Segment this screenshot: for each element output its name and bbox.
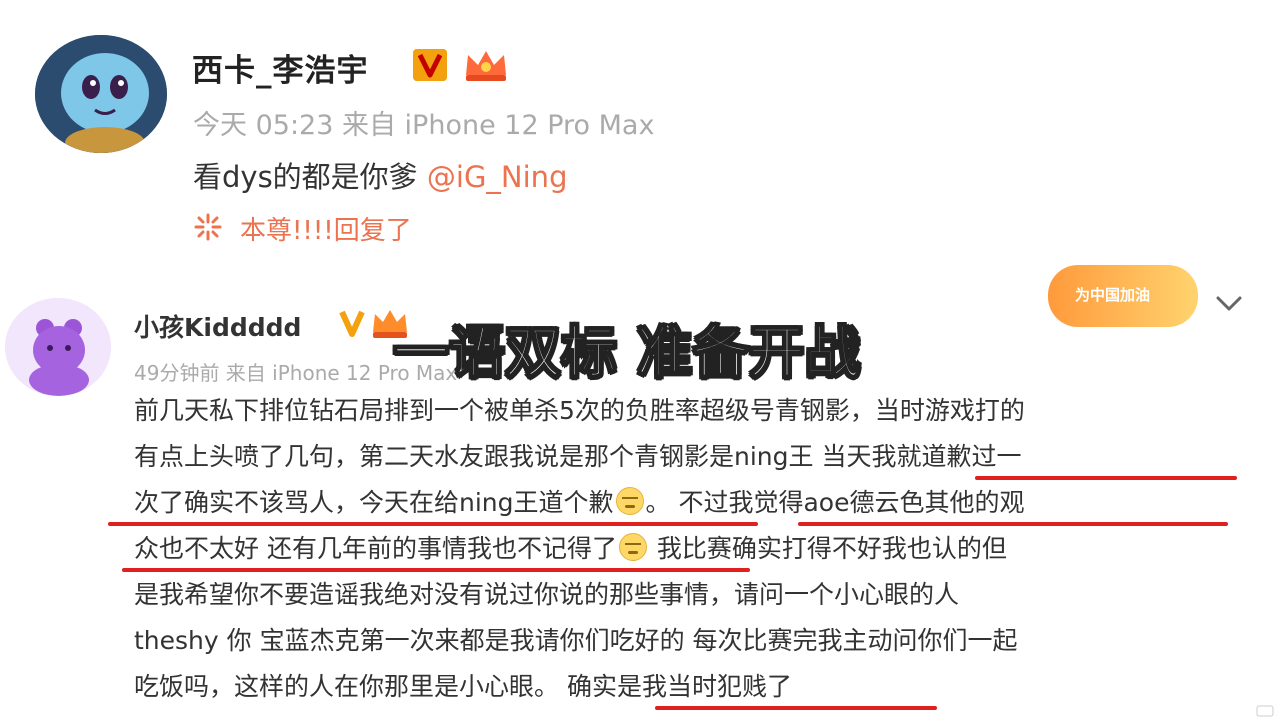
watermark-icon xyxy=(1256,702,1274,717)
post1-content-text: 看dys的都是你爹 xyxy=(193,160,427,194)
mention-link[interactable]: @iG_Ning xyxy=(427,160,568,194)
highlight-underline xyxy=(798,522,1228,526)
squirtle-avatar[interactable] xyxy=(35,35,167,153)
post2-line-text: 是我希望你不要造谣我绝对没有说过你说的那些事情，请问一个小心眼的人 xyxy=(134,580,960,609)
reply-status-link[interactable]: 本尊!!!!回复了 xyxy=(240,210,412,247)
post1-content: 看dys的都是你爹 @iG_Ning xyxy=(193,154,567,196)
post2-body-line: 前几天私下排位钻石局排到一个被单杀5次的负胜率超级号青钢影，当时游戏打的 xyxy=(134,388,1025,434)
post2-username[interactable]: 小孩Kiddddd xyxy=(134,308,301,344)
post2-body-line: 是我希望你不要造谣我绝对没有说过你说的那些事情，请问一个小心眼的人 xyxy=(134,572,959,618)
post2-line-text: 。 不过我觉得aoe德云色其他的观 xyxy=(645,488,1025,517)
awkward-emoji-icon xyxy=(618,533,647,561)
highlight-underline xyxy=(975,476,1237,480)
highlight-underline xyxy=(108,522,758,526)
post2-line-text: 吃饭吗，这样的人在你那里是小心眼。 确实是我当时犯贱了 xyxy=(134,672,792,701)
post2-line-text: 我比赛确实打得不好我也认的但 xyxy=(648,534,1007,563)
post2-body-line: 吃饭吗，这样的人在你那里是小心眼。 确实是我当时犯贱了 xyxy=(134,664,792,710)
v-badge-icon xyxy=(337,308,367,338)
post2-body-line: 有点上头喷了几句，第二天水友跟我说是那个青钢影是ning王 当天我就道歉过一 xyxy=(134,434,1021,480)
post2-line-text: theshy 你 宝蓝杰克第一次来都是我请你们吃好的 每次比赛完我主动问你们一起 xyxy=(134,626,1018,655)
v-badge-icon xyxy=(413,49,447,81)
crown-level-icon xyxy=(462,47,510,83)
post2-body-line: 众也不太好 还有几年前的事情我也不记得了 我比赛确实打得不好我也认的但 xyxy=(134,526,1007,572)
post2-body-line: theshy 你 宝蓝杰克第一次来都是我请你们吃好的 每次比赛完我主动问你们一起 xyxy=(134,618,1018,664)
highlight-underline xyxy=(655,706,937,710)
highlight-underline xyxy=(122,568,750,572)
post2-line-text: 众也不太好 还有几年前的事情我也不记得了 xyxy=(134,534,617,563)
overlay-caption: 一语双标 准备开战 xyxy=(392,320,861,387)
reply-spark-icon xyxy=(193,212,223,242)
post2-line-text: 前几天私下排位钻石局排到一个被单杀5次的负胜率超级号青钢影，当时游戏打的 xyxy=(134,396,1025,425)
post2-line-text: 次了确实不该骂人，今天在给ning王道个歉 xyxy=(134,488,614,517)
chevron-down-icon[interactable] xyxy=(1214,292,1244,316)
awkward-emoji-icon xyxy=(615,487,644,515)
post2-body-line: 次了确实不该骂人，今天在给ning王道个歉 。 不过我觉得aoe德云色其他的观 xyxy=(134,480,1024,526)
post1-timestamp: 今天 05:23 来自 iPhone 12 Pro Max xyxy=(193,110,655,141)
post2-line-text: 有点上头喷了几句，第二天水友跟我说是那个青钢影是ning王 当天我就道歉过一 xyxy=(134,442,1022,471)
post1-username[interactable]: 西卡_李浩宇 xyxy=(192,45,369,90)
campaign-badge-label: 为中国加油 xyxy=(1075,286,1151,304)
purple-bear-avatar[interactable] xyxy=(5,298,111,396)
